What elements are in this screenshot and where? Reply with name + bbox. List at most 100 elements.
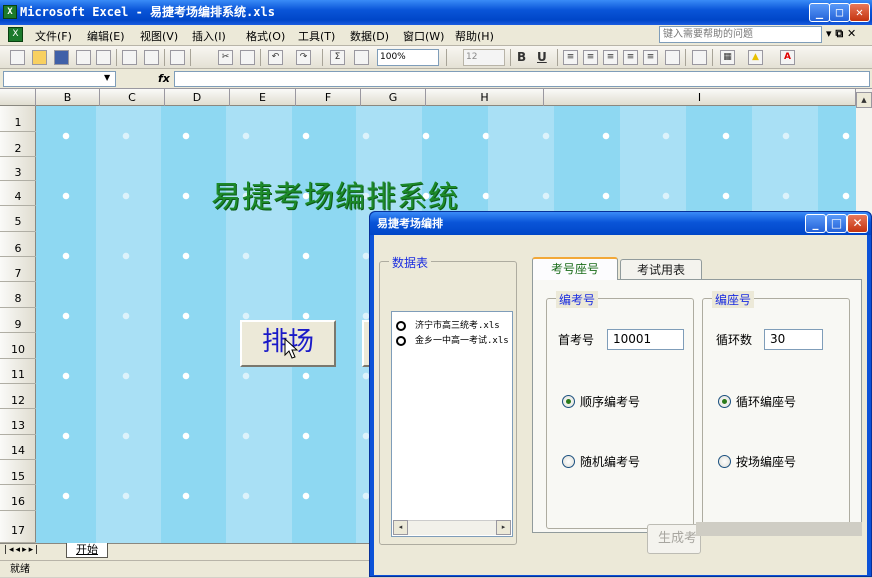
list-horizontal-scrollbar[interactable]: ◂ ▸ (393, 520, 511, 535)
row-header[interactable]: 17 (0, 511, 36, 543)
tab-exam-tables[interactable]: 考试用表 (620, 259, 702, 280)
row-header[interactable]: 7 (0, 257, 36, 282)
dialog-close-button[interactable]: ✕ (847, 214, 868, 233)
column-header[interactable]: F (296, 89, 361, 106)
borders-icon[interactable]: ▦ (720, 50, 735, 65)
menu-window[interactable]: 窗口(W) (403, 28, 444, 44)
row-header[interactable]: 14 (0, 435, 36, 460)
row-header[interactable]: 5 (0, 206, 36, 232)
cut-icon[interactable]: ✂ (218, 50, 233, 65)
close-button[interactable]: ✕ (849, 3, 870, 22)
file-list[interactable]: 济宁市高三统考.xls 金乡一中高一考试.xls ◂ ▸ (391, 311, 513, 537)
menu-insert[interactable]: 插入(I) (192, 28, 226, 44)
radio-checked-icon (562, 395, 575, 408)
menu-tools[interactable]: 工具(T) (298, 28, 335, 44)
dialog-title[interactable]: 易捷考场编排 (370, 212, 871, 235)
fill-color-icon[interactable]: ▲ (748, 50, 763, 65)
zoom-select[interactable]: 100% (377, 49, 439, 66)
print-preview-icon[interactable] (144, 50, 159, 65)
row-header[interactable]: 3 (0, 157, 36, 181)
row-header[interactable]: 13 (0, 409, 36, 435)
row-header[interactable]: 2 (0, 132, 36, 157)
scroll-left-icon[interactable]: ◂ (393, 520, 408, 535)
radio-icon (396, 335, 406, 346)
save-icon[interactable] (54, 50, 69, 65)
font-size-select[interactable]: 12 (463, 49, 505, 66)
row-header[interactable]: 6 (0, 232, 36, 257)
menu-format[interactable]: 格式(O) (246, 28, 285, 44)
sheet-tab-start[interactable]: 开始 (66, 543, 108, 558)
tab-exam-seat[interactable]: 考号座号 (532, 257, 618, 280)
group-label: 数据表 (389, 254, 432, 271)
radio-cycle-seat[interactable]: 循环编座号 (718, 393, 796, 410)
column-header[interactable]: C (100, 89, 165, 106)
redo-icon[interactable]: ↷ (296, 50, 311, 65)
doc-window-controls[interactable]: ▾ ⧉ ✕ (826, 27, 856, 41)
dialog-maximize-button[interactable]: □ (826, 214, 847, 233)
list-item[interactable]: 济宁市高三统考.xls (396, 318, 512, 332)
justify-icon[interactable]: ≡ (623, 50, 638, 65)
row-header[interactable]: 1 (0, 106, 36, 132)
cycle-count-input[interactable]: 30 (764, 329, 823, 350)
column-header[interactable]: E (230, 89, 296, 106)
merge-icon[interactable] (665, 50, 680, 65)
menu-file[interactable]: 文件(F) (35, 28, 72, 44)
font-color-icon[interactable]: A (780, 50, 795, 65)
column-header[interactable]: I (544, 89, 856, 106)
list-item[interactable]: 金乡一中高一考试.xls (396, 333, 512, 347)
select-all[interactable] (0, 89, 36, 106)
column-header[interactable]: G (361, 89, 426, 106)
increase-decimal-icon[interactable] (692, 50, 707, 65)
align-left-icon[interactable]: ≡ (563, 50, 578, 65)
underline-button[interactable]: U (537, 49, 547, 66)
column-header[interactable]: H (426, 89, 544, 106)
column-header[interactable]: D (165, 89, 230, 106)
menu-data[interactable]: 数据(D) (350, 28, 389, 44)
menu-edit[interactable]: 编辑(E) (87, 28, 125, 44)
row-header[interactable]: 8 (0, 282, 36, 308)
row-header[interactable]: 16 (0, 485, 36, 511)
row-header[interactable]: 11 (0, 359, 36, 384)
distribute-icon[interactable]: ≡ (643, 50, 658, 65)
excel-icon: X (3, 5, 17, 19)
dialog-minimize-button[interactable]: _ (805, 214, 826, 233)
new-icon[interactable] (10, 50, 25, 65)
menu-view[interactable]: 视图(V) (140, 28, 178, 44)
radio-random[interactable]: 随机编考号 (562, 453, 640, 470)
name-box[interactable] (3, 71, 116, 87)
align-center-icon[interactable]: ≡ (583, 50, 598, 65)
spelling-icon[interactable] (170, 50, 185, 65)
row-header[interactable]: 10 (0, 333, 36, 359)
minimize-button[interactable]: _ (809, 3, 830, 22)
copy-icon[interactable] (240, 50, 255, 65)
bold-button[interactable]: B (517, 49, 526, 66)
row-header[interactable]: 9 (0, 308, 36, 333)
radio-sequential[interactable]: 顺序编考号 (562, 393, 640, 410)
autosum-icon[interactable]: Σ (330, 50, 345, 65)
first-number-input[interactable]: 10001 (607, 329, 684, 350)
name-box-dropdown-icon[interactable]: ▼ (104, 73, 110, 82)
print-icon[interactable] (122, 50, 137, 65)
workbook-icon[interactable]: X (8, 27, 23, 42)
help-search-input[interactable]: 键入需要帮助的问题 (659, 26, 822, 43)
align-right-icon[interactable]: ≡ (603, 50, 618, 65)
permission-icon[interactable] (76, 50, 91, 65)
formula-input[interactable] (174, 71, 870, 87)
undo-icon[interactable]: ↶ (268, 50, 283, 65)
sheet-nav-icon[interactable]: |◂◂▸▸| (4, 545, 40, 555)
chart-icon[interactable] (354, 50, 369, 65)
scroll-right-icon[interactable]: ▸ (496, 520, 511, 535)
row-header[interactable]: 4 (0, 181, 36, 206)
row-header[interactable]: 15 (0, 460, 36, 485)
radio-room-seat[interactable]: 按场编座号 (718, 453, 796, 470)
column-header[interactable]: B (36, 89, 100, 106)
window-title-bar[interactable]: X Microsoft Excel - 易捷考场编排系统.xls _ □ ✕ (0, 0, 872, 25)
generate-button[interactable]: 生成考 (647, 524, 701, 554)
insert-function-icon[interactable]: fx (158, 72, 170, 85)
scroll-up-icon[interactable]: ▲ (856, 92, 872, 108)
email-icon[interactable] (96, 50, 111, 65)
menu-help[interactable]: 帮助(H) (455, 28, 494, 44)
open-icon[interactable] (32, 50, 47, 65)
maximize-button[interactable]: □ (829, 3, 850, 22)
row-header[interactable]: 12 (0, 384, 36, 409)
